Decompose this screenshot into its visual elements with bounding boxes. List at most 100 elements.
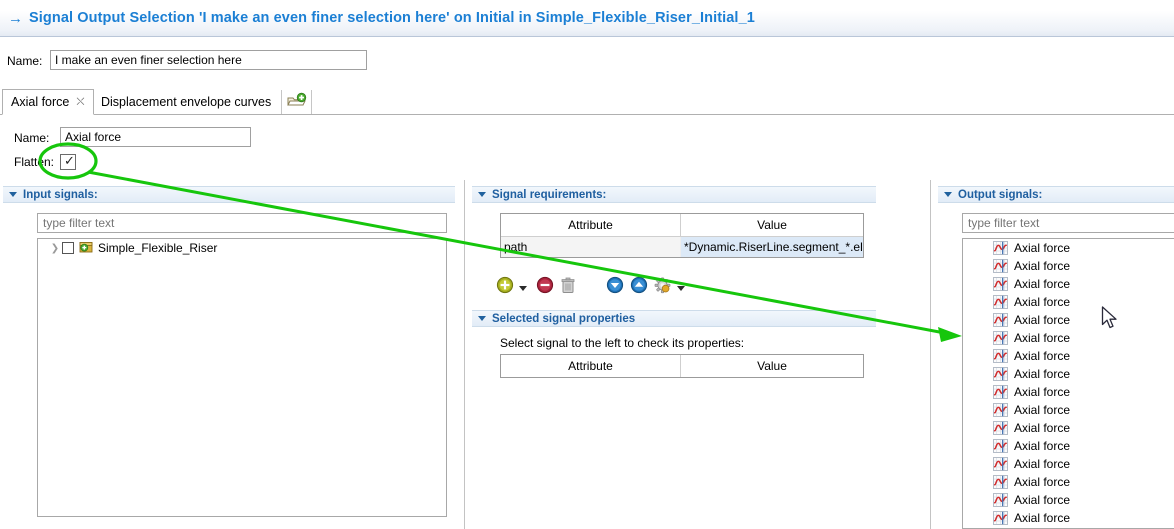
list-item[interactable]: Axial force: [963, 293, 1174, 311]
signal-curve-icon: [993, 331, 1008, 345]
list-item[interactable]: Axial force: [963, 509, 1174, 527]
flatten-label: Flatten:: [14, 155, 55, 169]
list-item[interactable]: Axial force: [963, 383, 1174, 401]
list-item-label: Axial force: [1014, 349, 1071, 363]
signal-curve-icon: [993, 421, 1008, 435]
tab-displacement-envelope-curves-label: Displacement envelope curves: [101, 95, 272, 109]
collapse-triangle-icon[interactable]: [478, 192, 486, 197]
selected-signal-properties-hint: Select signal to the left to check its p…: [500, 336, 745, 350]
list-item[interactable]: Axial force: [963, 365, 1174, 383]
input-signals-header[interactable]: Input signals:: [3, 186, 455, 203]
signal-curve-icon: [993, 277, 1008, 291]
signal-curve-icon: [993, 403, 1008, 417]
signal-curve-icon: [993, 439, 1008, 453]
column-header-attribute[interactable]: Attribute: [501, 214, 681, 236]
collapse-triangle-icon[interactable]: [944, 192, 952, 197]
selection-name-input[interactable]: [50, 50, 367, 70]
signal-curve-icon: [993, 475, 1008, 489]
table-row[interactable]: path *Dynamic.RiserLine.segment_*.ele: [501, 237, 863, 257]
input-signals-filter-input[interactable]: [37, 213, 447, 233]
output-signals-list[interactable]: Axial force Axial force Axial force Axial f…: [962, 238, 1174, 529]
signal-curve-icon: [993, 241, 1008, 255]
list-item[interactable]: Axial force: [963, 257, 1174, 275]
signal-requirements-title: Signal requirements:: [492, 188, 607, 201]
list-item[interactable]: Axial force: [963, 329, 1174, 347]
selected-signal-properties-table[interactable]: Attribute Value: [500, 354, 864, 378]
list-item-label: Axial force: [1014, 457, 1071, 471]
tab-axial-force[interactable]: Axial force ⛌: [2, 89, 94, 115]
list-item-label: Axial force: [1014, 313, 1071, 327]
signal-curve-icon: [993, 313, 1008, 327]
signal-curve-icon: [993, 511, 1008, 525]
chevron-down-icon[interactable]: [518, 281, 528, 295]
signal-requirements-toolbar: [496, 276, 856, 298]
list-item-label: Axial force: [1014, 331, 1071, 345]
signal-requirements-header[interactable]: Signal requirements:: [472, 186, 876, 203]
list-item[interactable]: Axial force: [963, 275, 1174, 293]
list-item[interactable]: Axial force: [963, 311, 1174, 329]
list-item-label: Axial force: [1014, 367, 1071, 381]
minus-circle-icon[interactable]: [536, 276, 554, 297]
list-item[interactable]: Axial force: [963, 401, 1174, 419]
list-item-label: Axial force: [1014, 493, 1071, 507]
chevron-right-icon[interactable]: ❯: [48, 243, 62, 254]
signal-curve-icon: [993, 367, 1008, 381]
tab-separator-left: [281, 90, 282, 114]
arrow-cursor: [1101, 306, 1117, 329]
column-header-value[interactable]: Value: [681, 355, 863, 377]
list-item-label: Axial force: [1014, 511, 1071, 525]
tree-item-checkbox[interactable]: [62, 242, 74, 254]
list-item[interactable]: Axial force: [963, 491, 1174, 509]
tab-displacement-envelope-curves[interactable]: Displacement envelope curves: [93, 89, 279, 115]
top-name-row: Name:: [0, 50, 1174, 74]
right-arrow-icon: →: [8, 9, 23, 27]
output-signals-filter-input[interactable]: [962, 213, 1174, 233]
list-item[interactable]: Axial force: [963, 473, 1174, 491]
signal-requirements-table[interactable]: Attribute Value path *Dynamic.RiserLine.…: [500, 213, 864, 258]
table-header-row: Attribute Value: [501, 355, 863, 377]
list-item-label: Axial force: [1014, 403, 1071, 417]
list-item[interactable]: Axial force: [963, 347, 1174, 365]
chevron-down-icon[interactable]: [676, 281, 686, 295]
plus-circle-icon[interactable]: [496, 276, 514, 297]
tab-separator-right: [311, 90, 312, 114]
column-header-value[interactable]: Value: [681, 214, 863, 236]
trash-icon[interactable]: [560, 277, 576, 297]
arrow-down-circle-icon[interactable]: [606, 276, 624, 297]
output-signals-title: Output signals:: [958, 188, 1043, 201]
close-icon[interactable]: ⛌: [76, 95, 84, 109]
window-title-bar: → Signal Output Selection 'I make an eve…: [0, 0, 1174, 37]
table-header-row: Attribute Value: [501, 214, 863, 237]
collapse-triangle-icon[interactable]: [9, 192, 17, 197]
top-name-label: Name:: [7, 54, 43, 68]
list-item[interactable]: Axial force: [963, 437, 1174, 455]
signal-curve-icon: [993, 349, 1008, 363]
list-item-label: Axial force: [1014, 385, 1071, 399]
flatten-checkbox[interactable]: ✓: [60, 154, 76, 170]
signal-curve-icon: [993, 493, 1008, 507]
cell-value: *Dynamic.RiserLine.segment_*.ele: [681, 237, 863, 257]
arrow-up-circle-icon[interactable]: [630, 276, 648, 297]
tree-item-simple-flexible-riser[interactable]: ❯ Simple_Flexible_Riser: [38, 239, 446, 257]
output-signals-header[interactable]: Output signals:: [938, 186, 1174, 203]
input-signals-title: Input signals:: [23, 188, 98, 201]
collapse-triangle-icon[interactable]: [478, 316, 486, 321]
list-item[interactable]: Axial force: [963, 455, 1174, 473]
selected-signal-properties-header[interactable]: Selected signal properties: [472, 310, 876, 327]
gear-icon[interactable]: [654, 277, 671, 297]
selected-signal-properties-title: Selected signal properties: [492, 312, 636, 325]
tab-strip: Axial force ⛌ Displacement envelope curv…: [0, 89, 1174, 115]
list-item[interactable]: Axial force: [963, 239, 1174, 257]
output-signals-panel: Output signals: Axial forceAxial forceAx…: [938, 186, 1174, 529]
list-item[interactable]: Axial force: [963, 419, 1174, 437]
input-signals-panel: Input signals: ❯ Simple_Flexible_Riser: [3, 186, 455, 529]
new-tab-icon[interactable]: [285, 92, 307, 112]
list-item-label: Axial force: [1014, 241, 1071, 255]
input-signals-tree[interactable]: ❯ Simple_Flexible_Riser: [37, 238, 447, 517]
signal-requirements-panel: Signal requirements: Attribute Value pat…: [472, 186, 876, 529]
project-folder-icon: [79, 240, 94, 257]
list-item-label: Axial force: [1014, 421, 1071, 435]
signal-name-input[interactable]: [60, 127, 251, 147]
list-item-label: Axial force: [1014, 259, 1071, 273]
column-header-attribute[interactable]: Attribute: [501, 355, 681, 377]
